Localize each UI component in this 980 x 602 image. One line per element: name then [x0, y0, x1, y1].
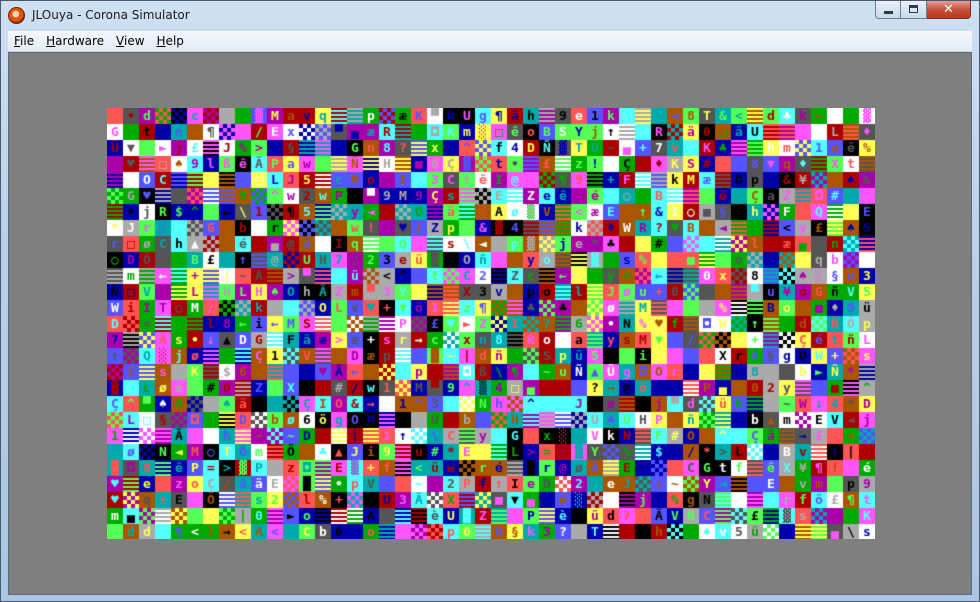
menu-view-rest: iew — [124, 34, 145, 48]
menu-view[interactable]: View — [110, 31, 150, 51]
menu-hardware[interactable]: Hardware — [40, 31, 110, 51]
menu-file-rest: ile — [20, 34, 35, 48]
menu-help-rest: elp — [165, 34, 184, 48]
title-bar[interactable]: JLOuya - Corona Simulator ✕ — [1, 1, 979, 31]
close-icon: ✕ — [943, 2, 954, 17]
window-title: JLOuya - Corona Simulator — [32, 8, 190, 22]
menu-help[interactable]: Help — [151, 31, 190, 51]
character-grid-canvas — [107, 108, 875, 539]
minimize-icon — [884, 11, 893, 14]
caption-buttons: ✕ — [875, 1, 971, 21]
menu-help-mnemonic: H — [156, 34, 166, 48]
menu-hardware-mnemonic: H — [46, 34, 56, 48]
menu-bar: File Hardware View Help — [8, 31, 972, 52]
menu-view-mnemonic: V — [116, 34, 124, 48]
corona-logo-icon[interactable] — [8, 7, 25, 24]
app-window: JLOuya - Corona Simulator ✕ File Hardwar… — [0, 0, 980, 602]
simulator-client-area — [8, 52, 972, 595]
simulator-screen[interactable] — [107, 108, 875, 539]
menu-hardware-rest: ardware — [55, 34, 105, 48]
menu-file[interactable]: File — [8, 31, 40, 51]
close-button[interactable]: ✕ — [927, 1, 971, 19]
minimize-button[interactable] — [875, 1, 901, 19]
maximize-button[interactable] — [901, 1, 927, 19]
maximize-icon — [909, 5, 918, 13]
